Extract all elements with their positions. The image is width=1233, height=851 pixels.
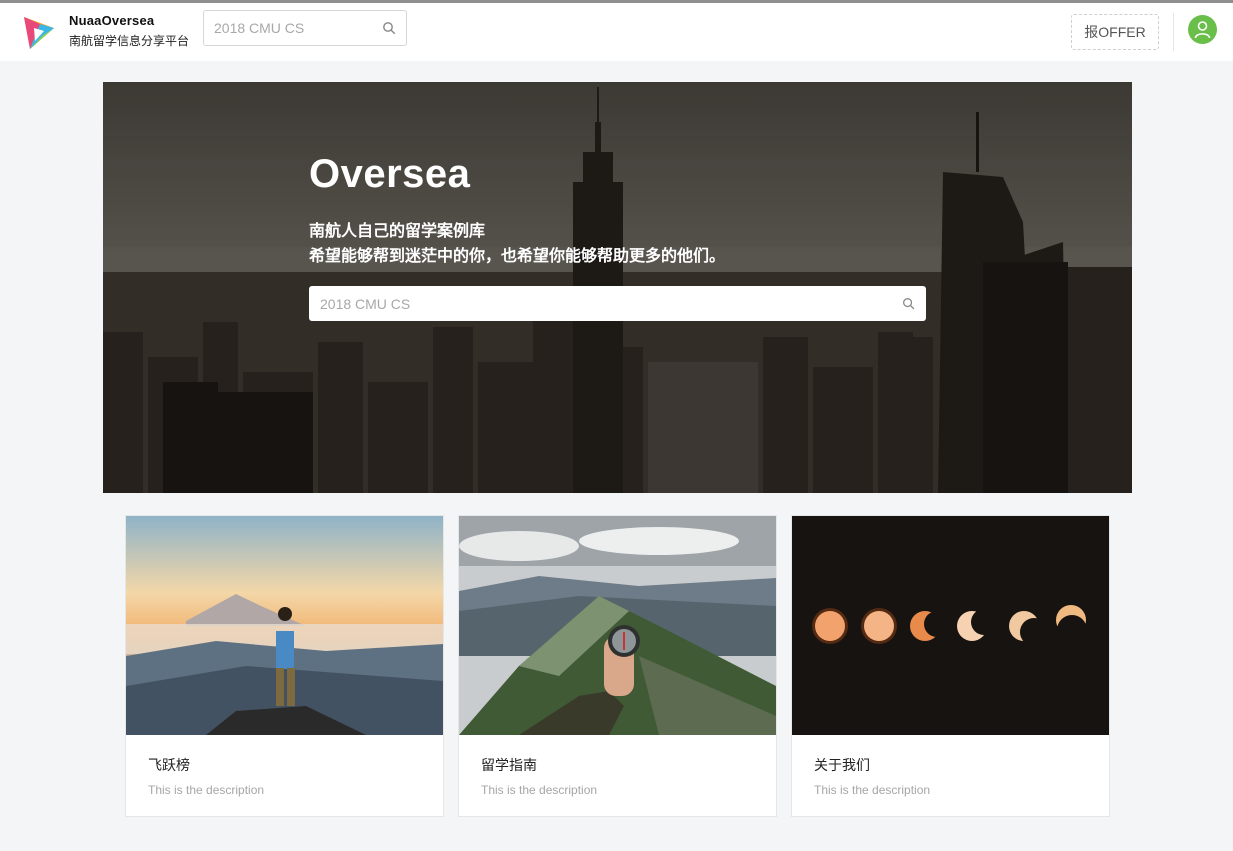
user-avatar[interactable] (1188, 15, 1217, 44)
logo-icon[interactable] (22, 14, 56, 52)
card-title: 留学指南 (481, 757, 537, 773)
card-description: This is the description (481, 783, 598, 797)
search-icon[interactable] (382, 21, 396, 35)
hero-tagline-1: 南航人自己的留学案例库 (309, 223, 486, 240)
hero-title: Oversea (309, 152, 471, 196)
person-on-mountain-image (126, 516, 443, 735)
top-header: NuaaOversea 南航留学信息分享平台 报OFFER (0, 0, 1233, 61)
card-description: This is the description (814, 783, 931, 797)
search-icon[interactable] (902, 297, 915, 310)
report-offer-button[interactable]: 报OFFER (1071, 14, 1159, 50)
brand-subtitle: 南航留学信息分享平台 (69, 34, 190, 48)
eclipse-phases-image (792, 516, 1109, 735)
compass-in-hand-image (459, 516, 776, 735)
card-title: 关于我们 (814, 757, 870, 773)
card-about-us[interactable]: 关于我们 This is the description (791, 515, 1110, 817)
card-description: This is the description (148, 783, 265, 797)
brand-title[interactable]: NuaaOversea (69, 13, 154, 28)
hero-banner: Oversea 南航人自己的留学案例库 希望能够帮到迷茫中的你，也希望你能够帮助… (103, 82, 1132, 493)
header-search-box[interactable] (203, 10, 407, 46)
hero-search-input[interactable] (309, 286, 889, 321)
card-title: 飞跃榜 (148, 757, 190, 773)
hero-tagline-2: 希望能够帮到迷茫中的你，也希望你能够帮助更多的他们。 (309, 248, 726, 265)
header-search-input[interactable] (204, 11, 374, 45)
user-icon (1194, 21, 1211, 39)
card-study-guide[interactable]: 留学指南 This is the description (458, 515, 777, 817)
card-leaderboard[interactable]: 飞跃榜 This is the description (125, 515, 444, 817)
hero-search-box[interactable] (309, 286, 926, 321)
header-divider (1173, 13, 1174, 51)
